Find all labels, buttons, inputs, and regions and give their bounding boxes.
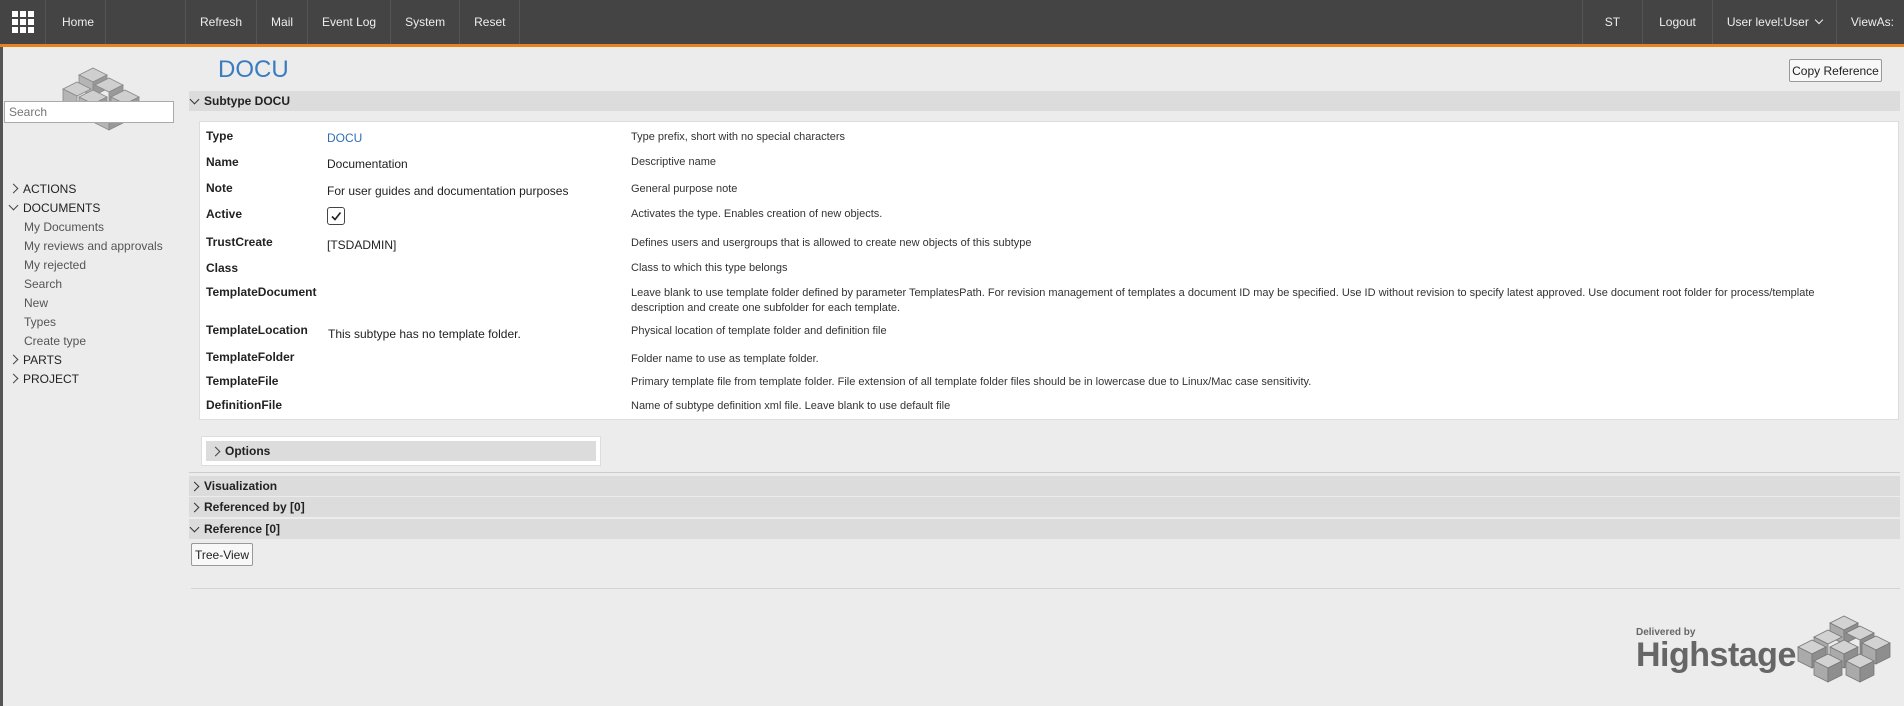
brand-cubes-icon bbox=[1797, 615, 1891, 683]
nav-refresh[interactable]: Refresh bbox=[186, 0, 258, 44]
nav-system[interactable]: System bbox=[391, 0, 461, 44]
chevron-down-icon bbox=[8, 200, 19, 211]
logo-cubes-icon bbox=[62, 67, 140, 131]
prop-value-templatelocation: This subtype has no template folder. bbox=[328, 327, 521, 341]
grid-icon bbox=[11, 11, 34, 33]
nav-reset[interactable]: Reset bbox=[460, 0, 521, 44]
tree-item-my-reviews[interactable]: My reviews and approvals bbox=[8, 236, 184, 255]
apps-menu-button[interactable] bbox=[0, 0, 46, 44]
chevron-down-icon bbox=[189, 522, 200, 532]
chevron-right-icon bbox=[8, 183, 19, 194]
nav-user[interactable]: ST bbox=[1581, 0, 1642, 44]
tree-item-create-type[interactable]: Create type bbox=[8, 331, 184, 350]
tree-item-my-documents[interactable]: My Documents bbox=[8, 217, 184, 236]
chevron-down-icon bbox=[1814, 15, 1824, 25]
prop-desc-name: Descriptive name bbox=[631, 156, 716, 168]
section-visualization-header[interactable]: Visualization bbox=[189, 476, 1900, 496]
sidebar-tree: ACTIONS DOCUMENTS My Documents My review… bbox=[8, 179, 184, 388]
brand-name: Highstage bbox=[1636, 636, 1796, 674]
nav-event-log[interactable]: Event Log bbox=[308, 0, 392, 44]
nav-spacer bbox=[106, 0, 186, 44]
tree-item-new[interactable]: New bbox=[8, 293, 184, 312]
page-title: DOCU bbox=[218, 56, 289, 83]
prop-label-templatefolder: TemplateFolder bbox=[206, 350, 295, 364]
prop-desc-templatedocument: Leave blank to use template folder defin… bbox=[631, 287, 1815, 314]
footer-brand: Delivered by Highstage bbox=[1636, 612, 1894, 692]
options-header[interactable]: Options bbox=[206, 441, 596, 461]
prop-label-active: Active bbox=[206, 207, 243, 221]
nav-home[interactable]: Home bbox=[46, 0, 106, 44]
section-title: Referenced by [0] bbox=[204, 500, 305, 514]
tree-item-types[interactable]: Types bbox=[8, 312, 184, 331]
prop-value-note: For user guides and documentation purpos… bbox=[327, 184, 569, 198]
nav-logout[interactable]: Logout bbox=[1642, 0, 1712, 44]
tree-item-label: DOCUMENTS bbox=[23, 200, 101, 215]
tree-item-label: ACTIONS bbox=[23, 181, 77, 196]
check-icon bbox=[331, 212, 342, 221]
prop-label-type: Type bbox=[206, 129, 234, 143]
tree-item-my-rejected[interactable]: My rejected bbox=[8, 255, 184, 274]
prop-label-name: Name bbox=[206, 155, 239, 169]
prop-desc-active: Activates the type. Enables creation of … bbox=[631, 208, 883, 220]
sidebar-search-input[interactable] bbox=[4, 101, 174, 123]
prop-label-templatefile: TemplateFile bbox=[206, 374, 279, 388]
nav-view-as[interactable]: ViewAs: bbox=[1835, 0, 1904, 44]
prop-value-name: Documentation bbox=[327, 157, 408, 171]
top-navigation-bar: Home Refresh Mail Event Log System Reset… bbox=[0, 0, 1904, 47]
left-edge-border bbox=[0, 47, 3, 706]
prop-desc-note: General purpose note bbox=[631, 183, 738, 195]
section-referenced-by-header[interactable]: Referenced by [0] bbox=[189, 497, 1900, 517]
tree-view-button[interactable]: Tree-View bbox=[191, 543, 253, 566]
prop-label-definitionfile: DefinitionFile bbox=[206, 398, 282, 412]
section-title: Subtype DOCU bbox=[204, 94, 291, 108]
section-subtype-header[interactable]: Subtype DOCU bbox=[189, 91, 1900, 111]
tree-item-label: PROJECT bbox=[23, 371, 80, 386]
tree-item-project[interactable]: PROJECT bbox=[8, 369, 184, 388]
prop-label-templatelocation: TemplateLocation bbox=[206, 323, 308, 337]
user-level-dropdown[interactable]: User level:User bbox=[1711, 0, 1836, 44]
chevron-right-icon bbox=[189, 481, 200, 491]
prop-value-type[interactable]: DOCU bbox=[327, 131, 362, 145]
divider bbox=[189, 472, 1900, 473]
options-title: Options bbox=[225, 444, 271, 458]
prop-label-note: Note bbox=[206, 181, 233, 195]
user-level-label: User level:User bbox=[1726, 15, 1809, 29]
divider bbox=[191, 588, 1900, 589]
prop-label-templatedocument: TemplateDocument bbox=[206, 285, 317, 299]
chevron-right-icon bbox=[189, 502, 200, 512]
section-reference-header[interactable]: Reference [0] bbox=[189, 519, 1900, 539]
tree-item-label: PARTS bbox=[23, 352, 62, 367]
prop-desc-type: Type prefix, short with no special chara… bbox=[631, 131, 845, 143]
copy-reference-button[interactable]: Copy Reference bbox=[1789, 59, 1882, 82]
chevron-right-icon bbox=[8, 354, 19, 365]
section-title: Visualization bbox=[204, 479, 278, 493]
prop-desc-trustcreate: Defines users and usergroups that is all… bbox=[631, 237, 1032, 249]
prop-label-class: Class bbox=[206, 261, 239, 275]
chevron-right-icon bbox=[210, 446, 221, 456]
prop-desc-templatefolder: Folder name to use as template folder. bbox=[631, 353, 819, 365]
tree-item-documents[interactable]: DOCUMENTS bbox=[8, 198, 184, 217]
nav-mail[interactable]: Mail bbox=[257, 0, 309, 44]
active-checkbox[interactable] bbox=[327, 207, 345, 225]
chevron-down-icon bbox=[189, 94, 200, 104]
prop-label-trustcreate: TrustCreate bbox=[206, 235, 273, 249]
tree-item-parts[interactable]: PARTS bbox=[8, 350, 184, 369]
prop-desc-definitionfile: Name of subtype definition xml file. Lea… bbox=[631, 400, 951, 412]
prop-value-trustcreate: [TSDADMIN] bbox=[327, 238, 397, 252]
section-title: Reference [0] bbox=[204, 522, 281, 536]
prop-desc-templatefile: Primary template file from template fold… bbox=[631, 376, 1312, 388]
chevron-right-icon bbox=[8, 373, 19, 384]
tree-item-search[interactable]: Search bbox=[8, 274, 184, 293]
tree-item-actions[interactable]: ACTIONS bbox=[8, 179, 184, 198]
prop-desc-templatelocation: Physical location of template folder and… bbox=[631, 325, 887, 337]
prop-desc-class: Class to which this type belongs bbox=[631, 262, 788, 274]
